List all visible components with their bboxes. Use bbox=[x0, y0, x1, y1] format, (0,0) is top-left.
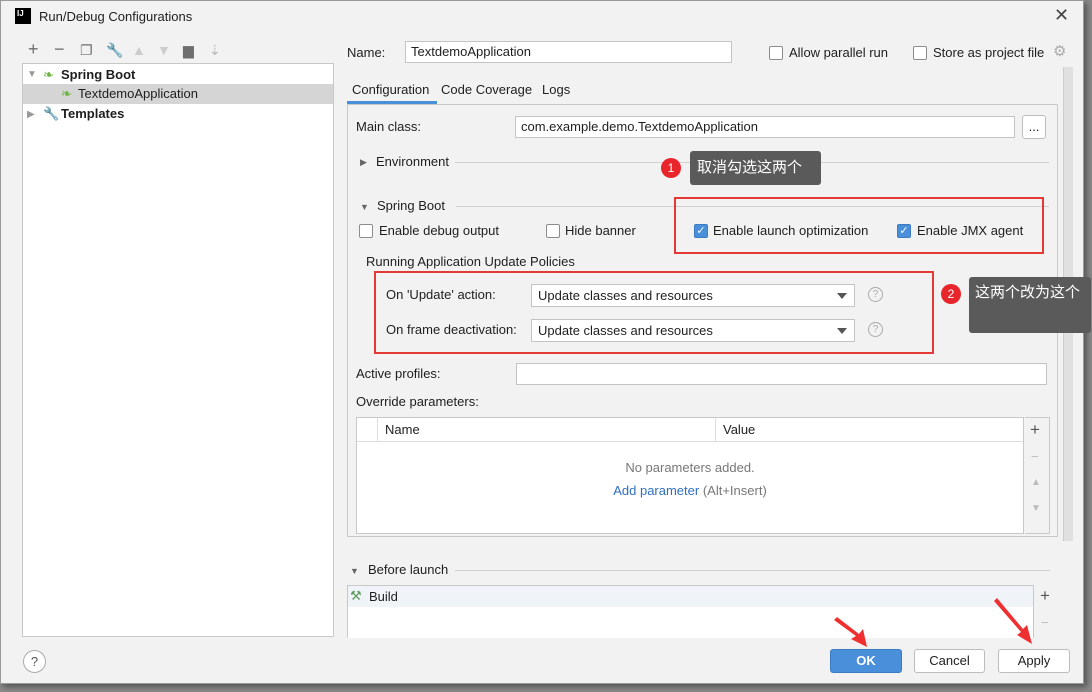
arrow-to-ok bbox=[834, 617, 867, 647]
annotation-arrows bbox=[834, 598, 1032, 647]
arrow-to-apply bbox=[994, 598, 1032, 644]
run-debug-dialog: IJ Run/Debug Configurations ✕ + − ❐ 🔧 ▲ … bbox=[0, 0, 1091, 684]
